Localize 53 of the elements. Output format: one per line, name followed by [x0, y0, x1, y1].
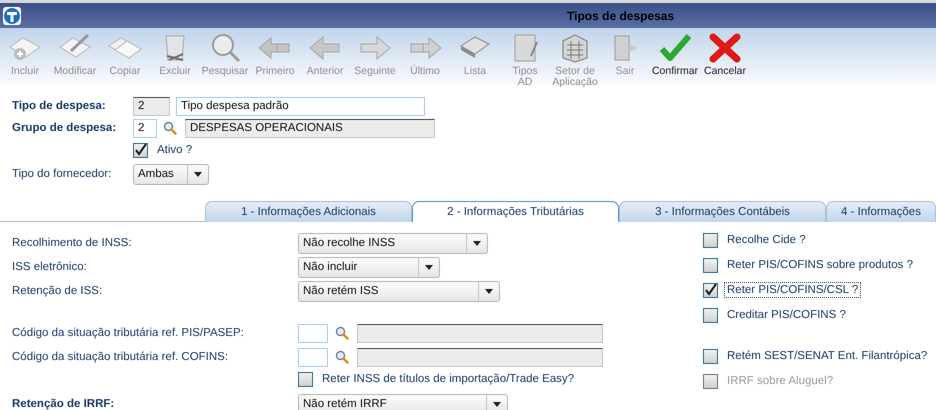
- dropdown[interactable]: Ambas: [133, 164, 209, 184]
- field-label: ISS eletrônico:: [12, 261, 88, 273]
- dropdown[interactable]: Não retém IRRF: [298, 394, 508, 410]
- dropdown[interactable]: Não recolhe INSS: [298, 232, 488, 254]
- checkbox[interactable]: [703, 282, 718, 298]
- tab[interactable]: 3 - Informações Contábeis: [619, 201, 826, 222]
- field-label: Retenção de ISS:: [12, 285, 104, 297]
- caret-icon: [493, 402, 501, 406]
- caret-icon: [473, 240, 481, 246]
- checkbox-label: Ativo ?: [156, 143, 194, 158]
- cross-icon: [707, 32, 743, 64]
- input-field[interactable]: [357, 348, 603, 366]
- field-label: Código da situação tributária ref. COFINS:: [12, 351, 230, 363]
- checkbox-label: Reter INSS de títulos de importação/Trade Easy?: [321, 372, 576, 387]
- checkbox-label: Creditar PIS/COFINS ?: [726, 308, 847, 323]
- search-icon[interactable]: [335, 350, 349, 364]
- caret-icon: [194, 172, 202, 176]
- tab[interactable]: 4 - Informações: [826, 201, 936, 222]
- toolbar-button[interactable]: Confirmar: [650, 28, 700, 88]
- search-icon[interactable]: [335, 326, 349, 340]
- input-field[interactable]: DESPESAS OPERACIONAIS: [185, 118, 435, 138]
- checkbox-label: Reter PIS/COFINS sobre produtos ?: [726, 258, 914, 273]
- checkbox-label: Reter PIS/COFINS/CSL ?: [724, 282, 862, 298]
- checkbox[interactable]: [133, 142, 148, 158]
- checkbox-label: Recolhe Cide ?: [726, 233, 807, 248]
- input-field[interactable]: [357, 324, 603, 342]
- checkbox[interactable]: [703, 232, 718, 248]
- checkbox[interactable]: [703, 308, 718, 322]
- tab[interactable]: 2 - Informações Tributárias: [412, 201, 619, 222]
- caret-icon: [425, 264, 433, 270]
- field-label: Recolhimento de INSS:: [12, 237, 133, 249]
- toolbar-button[interactable]: Cancelar: [700, 28, 750, 88]
- field-label: Código da situação tributária ref. PIS/PASEP:: [12, 327, 245, 339]
- tab[interactable]: 1 - Informações Adicionais: [205, 201, 412, 222]
- input-field[interactable]: 2: [133, 118, 157, 138]
- app-logo-icon: [2, 6, 22, 26]
- input-field[interactable]: 2: [133, 96, 170, 116]
- checkbox-label: Retém SEST/SENAT Ent. Filantrópica?: [726, 349, 928, 364]
- field-label: Tipo do fornecedor:: [12, 168, 112, 180]
- caret-icon: [485, 288, 493, 294]
- field-label: Grupo de despesa:: [12, 122, 118, 134]
- checkbox[interactable]: [298, 372, 313, 386]
- checkmark-icon: [657, 32, 693, 64]
- input-field[interactable]: Tipo despesa padrão: [176, 96, 425, 116]
- checkbox[interactable]: [703, 348, 718, 364]
- field-label: Retenção de IRRF:: [12, 398, 116, 410]
- checkbox-label: IRRF sobre Aluguel?: [726, 374, 834, 389]
- field-label: Tipo de despesa:: [12, 100, 107, 112]
- window-title: Tipos de despesas: [567, 8, 674, 22]
- dropdown[interactable]: Não retém ISS: [298, 280, 500, 302]
- search-icon[interactable]: [163, 121, 177, 135]
- checkbox[interactable]: [703, 258, 718, 272]
- dropdown[interactable]: Não incluir: [298, 256, 440, 278]
